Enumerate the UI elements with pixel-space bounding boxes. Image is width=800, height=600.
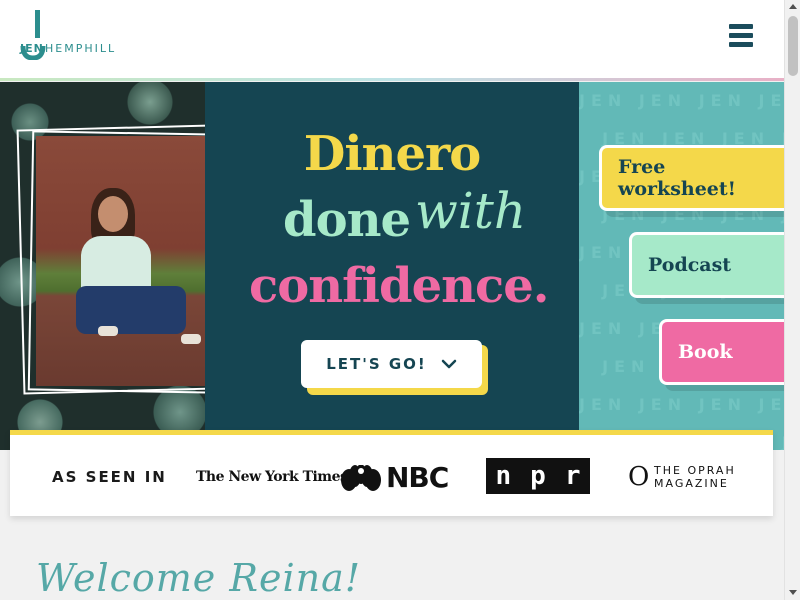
hero-section: Dinero done with confidence. LET'S GO! J…: [0, 82, 784, 450]
podcast-label: Podcast: [648, 254, 732, 276]
hero-links-panel: JEN JEN JEN JEN JEN JEN JEN JEN JEN JEN …: [579, 82, 784, 450]
oprah-line-2: MAGAZINE: [654, 477, 729, 490]
free-worksheet-button[interactable]: Free worksheet!: [599, 145, 784, 211]
logo-jen-text: JEN: [20, 42, 44, 55]
oprah-line-1: THE OPRAH: [654, 464, 736, 477]
free-worksheet-label: Free worksheet!: [618, 156, 737, 200]
scroll-thumb[interactable]: [788, 16, 798, 76]
welcome-heading: Welcome Reina!: [36, 556, 362, 600]
npr-letter: n: [495, 461, 512, 491]
site-header: JEN HEMPHILL: [0, 0, 784, 80]
npr-letter: p: [530, 461, 546, 491]
oprah-o-mark: O: [628, 462, 650, 492]
nbc-peacock-icon: [341, 465, 381, 491]
oprah-magazine-logo: O THE OPRAH MAGAZINE: [628, 462, 748, 492]
chevron-down-icon: [441, 359, 457, 369]
book-button[interactable]: Book: [659, 319, 784, 385]
logo-hemphill-text: HEMPHILL: [45, 42, 117, 55]
page-scrollbar[interactable]: [784, 0, 800, 600]
nbc-logo: NBC: [340, 461, 450, 494]
npr-logo: n p r: [486, 458, 590, 494]
menu-bar: [729, 33, 753, 38]
header-gradient-stripe: [0, 78, 784, 81]
as-seen-in-label: AS SEEN IN: [52, 468, 167, 486]
lets-go-button[interactable]: LET'S GO!: [301, 340, 482, 388]
scroll-down-arrow-icon[interactable]: [789, 590, 797, 595]
as-seen-in-bar: AS SEEN IN The New York Times NBC n p r …: [10, 430, 773, 516]
headline-line-2: done: [283, 192, 411, 248]
menu-bar: [729, 42, 753, 47]
npr-letter: r: [564, 461, 581, 491]
scroll-up-arrow-icon[interactable]: [789, 4, 797, 9]
headline-line-1: Dinero: [303, 126, 482, 182]
nyt-logo: The New York Times: [196, 469, 348, 485]
podcast-button[interactable]: Podcast: [629, 232, 784, 298]
hamburger-menu-icon[interactable]: [729, 24, 755, 48]
lets-go-label: LET'S GO!: [326, 355, 427, 373]
site-logo[interactable]: JEN HEMPHILL: [20, 10, 130, 62]
nbc-text: NBC: [386, 461, 449, 494]
photo-frame-inner: [27, 130, 219, 394]
book-label: Book: [678, 341, 733, 363]
headline-line-3: confidence.: [249, 258, 549, 314]
headline-script-word: with: [415, 182, 527, 240]
menu-bar: [729, 24, 753, 29]
hero-headline-panel: Dinero done with confidence. LET'S GO!: [205, 82, 579, 450]
